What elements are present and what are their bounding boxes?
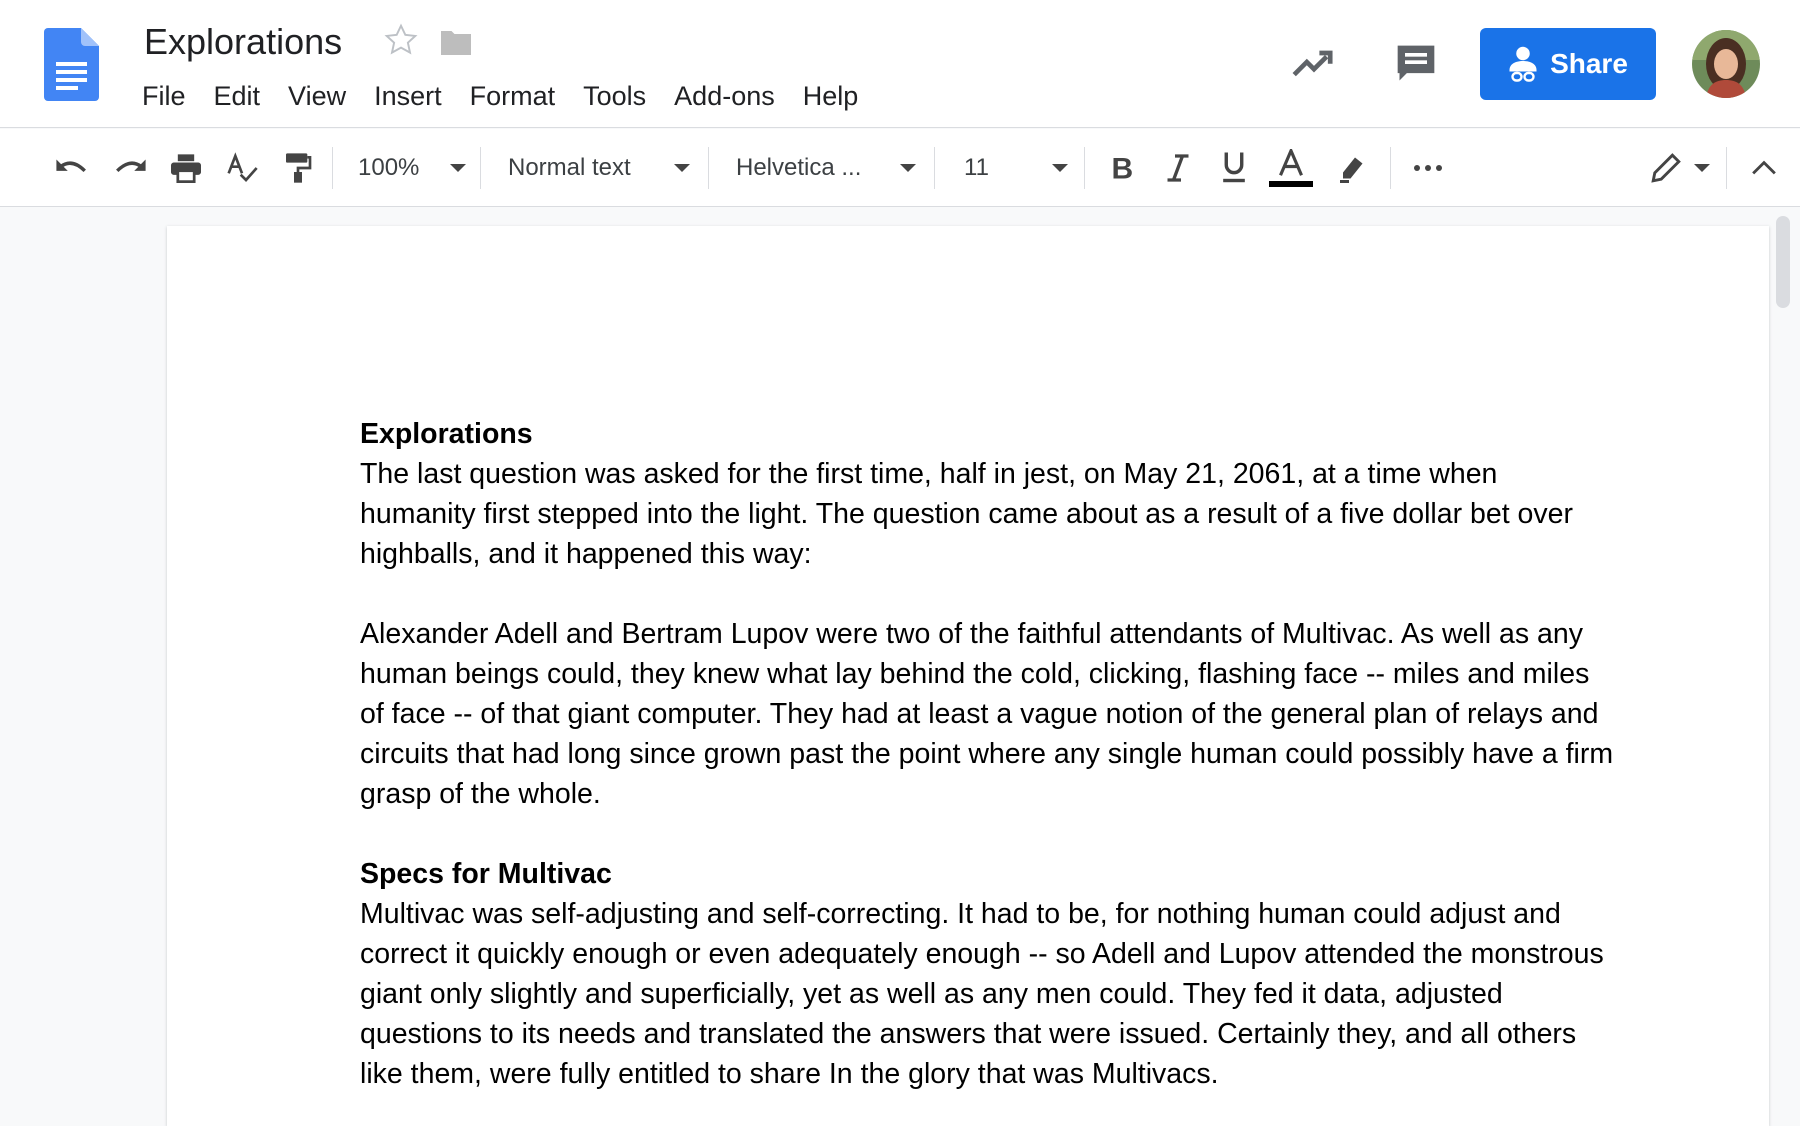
heading-explorations: Explorations [360, 418, 533, 450]
vertical-scrollbar[interactable] [1776, 216, 1790, 308]
star-icon[interactable] [383, 22, 419, 58]
toolbar-separator [480, 147, 481, 189]
paint-format-icon[interactable] [276, 129, 320, 207]
editing-mode-icon[interactable] [1644, 129, 1716, 207]
docs-logo-icon[interactable] [44, 28, 99, 101]
toolbar-separator [934, 147, 935, 189]
formatting-toolbar: 100% Normal text Helvetica ... 11 B [0, 129, 1800, 207]
toolbar-separator [332, 147, 333, 189]
zoom-value: 100% [358, 154, 420, 181]
menu-addons[interactable]: Add-ons [660, 78, 789, 114]
chevron-down-icon [450, 164, 466, 172]
menu-insert[interactable]: Insert [360, 78, 456, 114]
more-icon[interactable] [1406, 129, 1450, 207]
paragraph-style-select[interactable]: Normal text [508, 129, 690, 207]
undo-icon[interactable] [50, 129, 94, 207]
font-size-value: 11 [964, 154, 989, 181]
font-family-select[interactable]: Helvetica ... [736, 129, 916, 207]
paragraph-1: The last question was asked for the firs… [360, 458, 1574, 570]
highlight-icon[interactable] [1330, 129, 1374, 207]
folder-icon[interactable] [438, 28, 474, 58]
zoom-select[interactable]: 100% [358, 129, 466, 207]
underline-icon[interactable] [1212, 129, 1256, 207]
chevron-down-icon [1052, 164, 1068, 172]
menu-file[interactable]: File [142, 78, 200, 114]
document-body[interactable]: Explorations The last question was asked… [360, 414, 1620, 1094]
text-color-icon[interactable] [1266, 129, 1316, 207]
chevron-down-icon [674, 164, 690, 172]
font-size-select[interactable]: 11 [964, 129, 1068, 207]
app-header: Explorations File Edit View Insert Forma… [0, 0, 1800, 128]
comment-history-icon[interactable] [1394, 42, 1438, 86]
menu-edit[interactable]: Edit [200, 78, 275, 114]
heading-specs: Specs for Multivac [360, 858, 612, 890]
collapse-icon[interactable] [1742, 129, 1786, 207]
italic-icon[interactable] [1156, 129, 1200, 207]
activity-dashboard-icon[interactable] [1292, 44, 1336, 80]
svg-text:B: B [1112, 153, 1134, 183]
document-page[interactable]: Explorations The last question was asked… [167, 226, 1769, 1126]
paragraph-style-value: Normal text [508, 154, 631, 181]
menu-format[interactable]: Format [456, 78, 570, 114]
chevron-down-icon [900, 164, 916, 172]
print-icon[interactable] [164, 129, 208, 207]
menu-tools[interactable]: Tools [569, 78, 660, 114]
menu-view[interactable]: View [274, 78, 360, 114]
user-avatar[interactable] [1692, 30, 1760, 98]
font-family-value: Helvetica ... [736, 154, 862, 181]
share-label: Share [1550, 48, 1628, 79]
bold-icon[interactable]: B [1100, 129, 1144, 207]
toolbar-separator [1390, 147, 1391, 189]
toolbar-separator [708, 147, 709, 189]
paragraph-3: Multivac was self-adjusting and self-cor… [360, 898, 1604, 1090]
menu-help[interactable]: Help [789, 78, 873, 114]
share-person-icon [1509, 46, 1537, 82]
chevron-down-icon [1694, 164, 1710, 172]
document-canvas: Explorations The last question was asked… [0, 208, 1800, 1126]
toolbar-separator [1084, 147, 1085, 189]
menu-bar: File Edit View Insert Format Tools Add-o… [142, 78, 872, 114]
document-title[interactable]: Explorations [144, 20, 342, 64]
paragraph-2: Alexander Adell and Bertram Lupov were t… [360, 618, 1614, 810]
share-button[interactable]: Share [1480, 28, 1656, 100]
toolbar-separator [1726, 147, 1727, 189]
spellcheck-icon[interactable] [220, 129, 264, 207]
redo-icon[interactable] [108, 129, 152, 207]
